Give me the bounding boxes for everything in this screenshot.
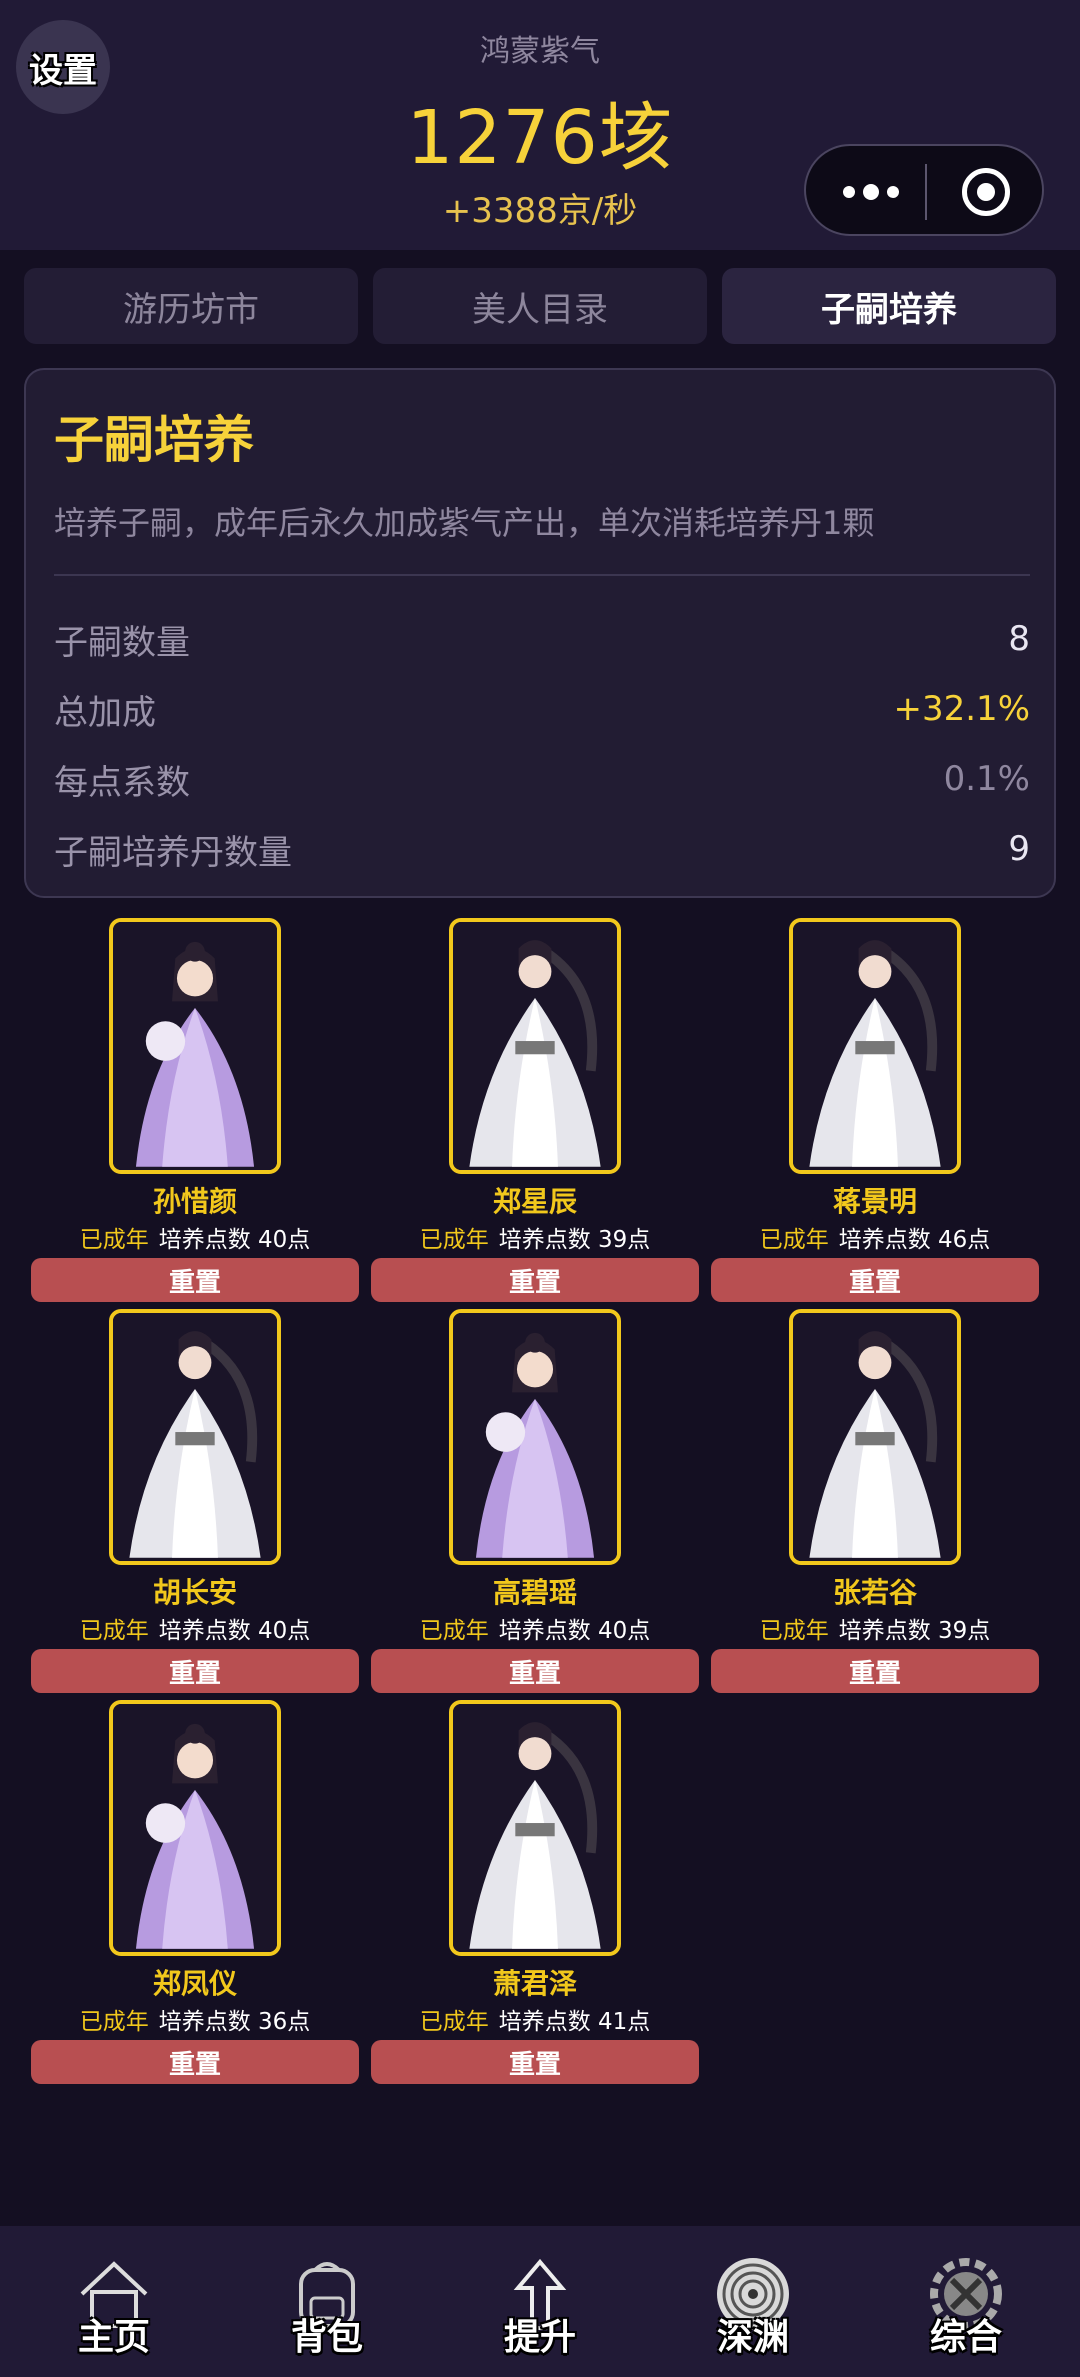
nav-home[interactable]: 主页 — [44, 2226, 184, 2377]
miniprogram-capsule — [804, 144, 1044, 236]
training-points: 培养点数 41点 — [498, 2009, 651, 2035]
tab-beauty-catalog[interactable]: 美人目录 — [373, 268, 707, 344]
offspring-name: 郑星辰 — [492, 1185, 577, 1218]
more-icon[interactable] — [836, 146, 906, 238]
offspring-card: 张若谷 已成年 培养点数 39点 重置 — [711, 1309, 1039, 1699]
offspring-name: 萧君泽 — [492, 1967, 577, 2000]
offspring-portrait[interactable] — [109, 1700, 281, 1956]
nav-backpack[interactable]: 背包 — [257, 2226, 397, 2377]
stat-row-count: 子嗣数量 8 — [54, 614, 1030, 664]
training-points: 培养点数 40点 — [158, 1227, 311, 1253]
offspring-status-line: 已成年 培养点数 39点 — [711, 1611, 1039, 1645]
capsule-divider — [925, 164, 927, 220]
training-points: 培养点数 39点 — [498, 1227, 651, 1253]
offspring-name: 张若谷 — [832, 1576, 917, 1609]
adult-status: 已成年 — [419, 1227, 489, 1253]
close-target-icon[interactable] — [962, 168, 1010, 216]
offspring-portrait[interactable] — [789, 1309, 961, 1565]
offspring-portrait[interactable] — [449, 1309, 621, 1565]
tab-market[interactable]: 游历坊市 — [24, 268, 358, 344]
adult-status: 已成年 — [79, 1227, 149, 1253]
stat-row-pill-count: 子嗣培养丹数量 9 — [54, 824, 1030, 874]
card-title: 子嗣培养 — [54, 411, 254, 469]
reset-button[interactable]: 重置 — [371, 2040, 699, 2084]
offspring-card: 萧君泽 已成年 培养点数 41点 重置 — [371, 1700, 699, 2090]
offspring-card: 蒋景明 已成年 培养点数 46点 重置 — [711, 918, 1039, 1308]
reset-button[interactable]: 重置 — [711, 1649, 1039, 1693]
stat-value: 8 — [1008, 619, 1030, 659]
offspring-name: 蒋景明 — [832, 1185, 917, 1218]
adult-status: 已成年 — [759, 1227, 829, 1253]
training-points: 培养点数 39点 — [838, 1618, 991, 1644]
offspring-status-line: 已成年 培养点数 39点 — [371, 1220, 699, 1254]
offspring-portrait[interactable] — [449, 1700, 621, 1956]
offspring-portrait[interactable] — [789, 918, 961, 1174]
training-points: 培养点数 46点 — [838, 1227, 991, 1253]
offspring-status-line: 已成年 培养点数 40点 — [31, 1611, 359, 1645]
nav-abyss[interactable]: 深渊 — [683, 2226, 823, 2377]
reset-button[interactable]: 重置 — [371, 1258, 699, 1302]
adult-status: 已成年 — [419, 1618, 489, 1644]
stat-label: 每点系数 — [54, 762, 190, 803]
stat-value: +32.1% — [893, 689, 1031, 729]
training-points: 培养点数 40点 — [498, 1618, 651, 1644]
stat-value: 9 — [1008, 829, 1030, 869]
nav-label: 综合 — [929, 2317, 1002, 2358]
offspring-status-line: 已成年 培养点数 40点 — [371, 1611, 699, 1645]
offspring-portrait[interactable] — [449, 918, 621, 1174]
offspring-name: 孙惜颜 — [152, 1185, 237, 1218]
divider — [54, 574, 1030, 576]
stat-label: 子嗣数量 — [54, 622, 190, 663]
header-bar: 设置 鸿蒙紫气 1276垓 +3388京/秒 — [0, 0, 1080, 250]
offspring-status-line: 已成年 培养点数 46点 — [711, 1220, 1039, 1254]
nav-general[interactable]: 综合 — [896, 2226, 1036, 2377]
nav-label: 背包 — [290, 2317, 363, 2358]
offspring-name: 高碧瑶 — [492, 1576, 577, 1609]
stat-row-coefficient: 每点系数 0.1% — [54, 754, 1030, 804]
offspring-status-line: 已成年 培养点数 40点 — [31, 1220, 359, 1254]
offspring-card: 孙惜颜 已成年 培养点数 40点 重置 — [31, 918, 359, 1308]
offspring-info-card: 子嗣培养 培养子嗣，成年后永久加成紫气产出，单次消耗培养丹1颗 子嗣数量 8 总… — [24, 368, 1056, 898]
stat-row-total-bonus: 总加成 +32.1% — [54, 684, 1030, 734]
reset-button[interactable]: 重置 — [31, 1649, 359, 1693]
adult-status: 已成年 — [79, 1618, 149, 1644]
card-description: 培养子嗣，成年后永久加成紫气产出，单次消耗培养丹1颗 — [54, 504, 875, 542]
offspring-card: 郑凤仪 已成年 培养点数 36点 重置 — [31, 1700, 359, 2090]
reset-button[interactable]: 重置 — [711, 1258, 1039, 1302]
tab-offspring-training[interactable]: 子嗣培养 — [722, 268, 1056, 344]
nav-label: 提升 — [503, 2317, 576, 2358]
offspring-name: 胡长安 — [152, 1576, 237, 1609]
adult-status: 已成年 — [419, 2009, 489, 2035]
offspring-portrait[interactable] — [109, 918, 281, 1174]
adult-status: 已成年 — [79, 2009, 149, 2035]
offspring-name: 郑凤仪 — [152, 1967, 237, 2000]
stat-label: 总加成 — [54, 692, 156, 733]
reset-button[interactable]: 重置 — [31, 2040, 359, 2084]
nav-label: 主页 — [77, 2317, 150, 2358]
offspring-status-line: 已成年 培养点数 36点 — [31, 2002, 359, 2036]
training-points: 培养点数 36点 — [158, 2009, 311, 2035]
offspring-status-line: 已成年 培养点数 41点 — [371, 2002, 699, 2036]
offspring-card: 胡长安 已成年 培养点数 40点 重置 — [31, 1309, 359, 1699]
nav-upgrade[interactable]: 提升 — [470, 2226, 610, 2377]
tab-bar: 游历坊市 美人目录 子嗣培养 — [24, 268, 1056, 344]
stat-label: 子嗣培养丹数量 — [54, 832, 292, 873]
reset-button[interactable]: 重置 — [371, 1649, 699, 1693]
offspring-card: 郑星辰 已成年 培养点数 39点 重置 — [371, 918, 699, 1308]
resource-name: 鸿蒙紫气 — [480, 34, 600, 69]
offspring-card: 高碧瑶 已成年 培养点数 40点 重置 — [371, 1309, 699, 1699]
stat-value: 0.1% — [943, 759, 1030, 799]
training-points: 培养点数 40点 — [158, 1618, 311, 1644]
reset-button[interactable]: 重置 — [31, 1258, 359, 1302]
adult-status: 已成年 — [759, 1618, 829, 1644]
offspring-portrait[interactable] — [109, 1309, 281, 1565]
bottom-nav: 主页 背包 提升 深渊 综合 — [0, 2226, 1080, 2377]
nav-label: 深渊 — [716, 2317, 789, 2358]
